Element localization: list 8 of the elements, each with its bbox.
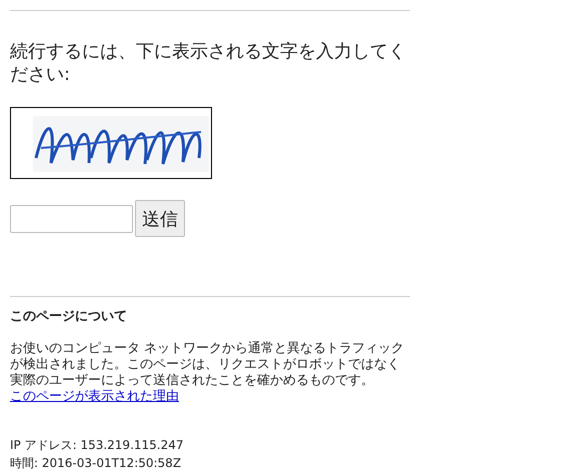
reason-link[interactable]: このページが表示された理由 <box>10 389 179 404</box>
about-paragraph: お使いのコンピュータ ネットワークから通常と異なるトラフィックが検出されました。このページは、リクエストがロボットではなく実際のユーザーによって送信されたことを確かめるものです。 このページが表示された理由 <box>10 341 406 405</box>
input-field[interactable] <box>10 204 133 232</box>
prompt-text: 続行するには、下に表示される文字を入力してください: <box>10 40 407 86</box>
section-title: このページについて <box>10 308 128 325</box>
info-text: IP アドレス: 153.219.115.247 <box>10 437 185 454</box>
info-text: 時間: 2016-03-01T12:50:58Z <box>10 455 182 469</box>
submit-button[interactable]: 送信 <box>135 200 185 237</box>
